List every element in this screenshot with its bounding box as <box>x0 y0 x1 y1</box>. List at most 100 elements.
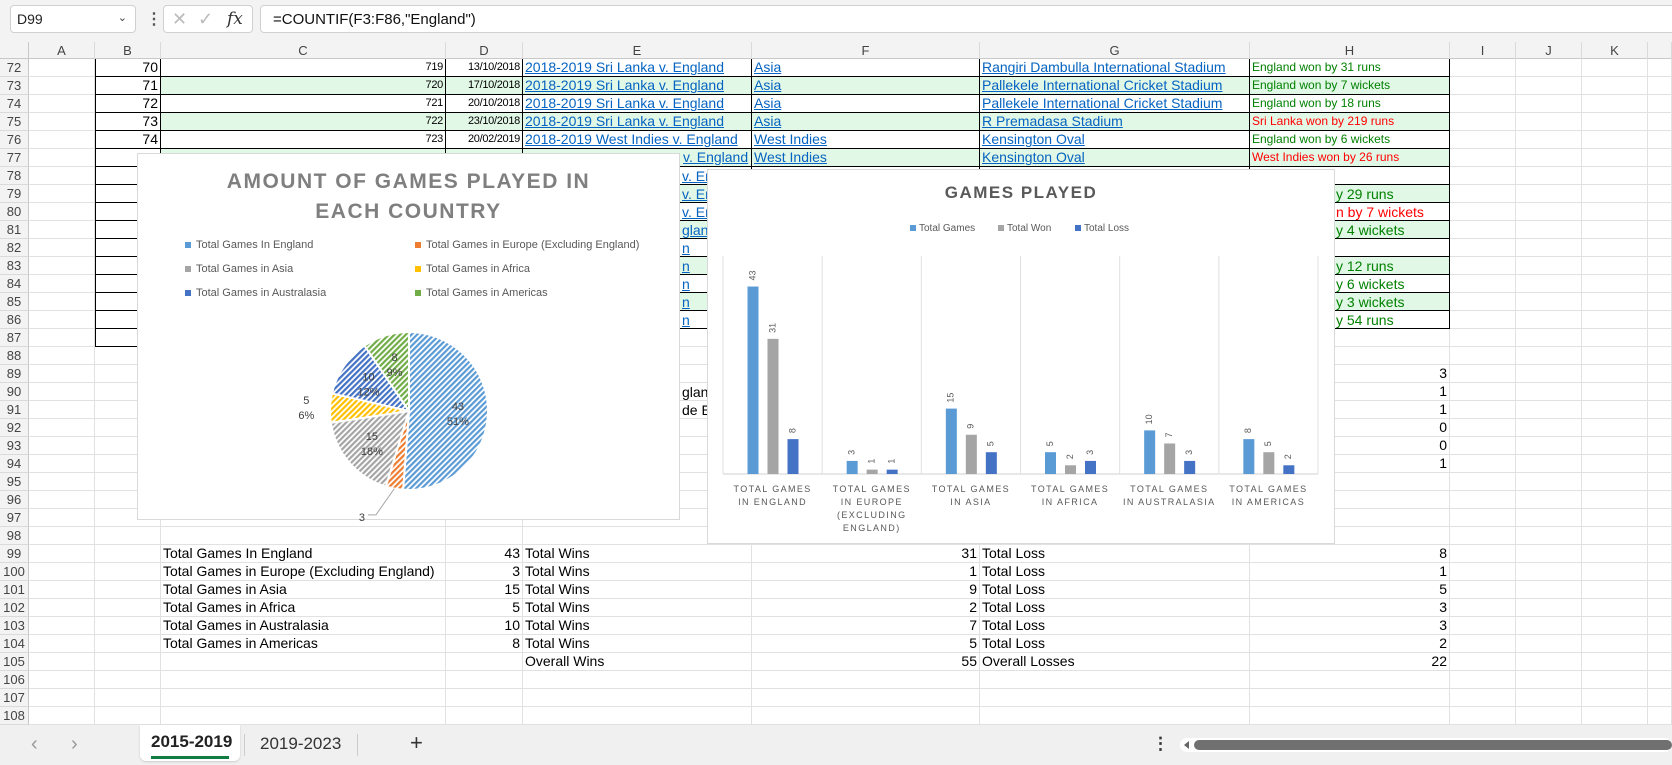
cell-J103[interactable] <box>1516 617 1582 635</box>
cancel-icon[interactable]: ✕ <box>172 9 187 30</box>
cell-A79[interactable] <box>29 185 95 203</box>
row-header[interactable]: 107 <box>0 689 29 707</box>
cell-K98[interactable] <box>1582 527 1648 545</box>
cell-A106[interactable] <box>29 671 95 689</box>
cell-B74[interactable]: 72 <box>95 95 161 113</box>
cell-L80[interactable] <box>1648 203 1672 221</box>
cell-I85[interactable] <box>1450 293 1516 311</box>
hyperlink[interactable]: West Indies <box>754 131 827 147</box>
bar-total-games[interactable] <box>1045 452 1056 474</box>
cell-L79[interactable] <box>1648 185 1672 203</box>
cell-J108[interactable] <box>1516 707 1582 725</box>
cell-J93[interactable] <box>1516 437 1582 455</box>
cell-G103[interactable]: Total Loss <box>980 617 1250 635</box>
row-header[interactable]: 81 <box>0 221 29 239</box>
cell-D105[interactable] <box>446 653 523 671</box>
name-box[interactable]: D99 ⌄ <box>10 5 136 33</box>
row-header[interactable]: 106 <box>0 671 29 689</box>
cell-J76[interactable] <box>1516 131 1582 149</box>
cell-K108[interactable] <box>1582 707 1648 725</box>
cell-E73[interactable]: 2018-2019 Sri Lanka v. England <box>523 77 752 95</box>
row-header[interactable]: 90 <box>0 383 29 401</box>
cell-H102[interactable]: 3 <box>1250 599 1450 617</box>
cell-J88[interactable] <box>1516 347 1582 365</box>
cell-J94[interactable] <box>1516 455 1582 473</box>
cell-L73[interactable] <box>1648 77 1672 95</box>
cell-C104[interactable]: Total Games in Americas <box>161 635 446 653</box>
pie-chart-games-per-country[interactable]: AMOUNT OF GAMES PLAYED IN EACH COUNTRY T… <box>137 153 680 521</box>
cell-G77[interactable]: Kensington Oval <box>980 149 1250 167</box>
cell-J95[interactable] <box>1516 473 1582 491</box>
bar-total-won[interactable] <box>1065 465 1076 474</box>
cell-B104[interactable] <box>95 635 161 653</box>
cell-F99[interactable]: 31 <box>752 545 980 563</box>
cell-E107[interactable] <box>523 689 752 707</box>
cell-E106[interactable] <box>523 671 752 689</box>
cell-C72[interactable]: 719 <box>161 59 446 77</box>
row-header[interactable]: 78 <box>0 167 29 185</box>
cell-A77[interactable] <box>29 149 95 167</box>
bar-total-won[interactable] <box>1164 443 1176 474</box>
cell-A72[interactable] <box>29 59 95 77</box>
bar-total-won[interactable] <box>866 469 878 474</box>
row-header[interactable]: 108 <box>0 707 29 725</box>
bar-total-won[interactable] <box>965 434 977 474</box>
cell-J99[interactable] <box>1516 545 1582 563</box>
cell-H76[interactable]: England won by 6 wickets <box>1250 131 1450 149</box>
cell-L87[interactable] <box>1648 329 1672 347</box>
cell-A99[interactable] <box>29 545 95 563</box>
cell-C102[interactable]: Total Games in Africa <box>161 599 446 617</box>
row-header[interactable]: 88 <box>0 347 29 365</box>
cell-E104[interactable]: Total Wins <box>523 635 752 653</box>
cell-F73[interactable]: Asia <box>752 77 980 95</box>
cell-J107[interactable] <box>1516 689 1582 707</box>
column-header-a[interactable]: A <box>29 42 95 59</box>
cell-G73[interactable]: Pallekele International Cricket Stadium <box>980 77 1250 95</box>
cell-F105[interactable]: 55 <box>752 653 980 671</box>
cell-J105[interactable] <box>1516 653 1582 671</box>
column-header-j[interactable]: J <box>1516 42 1582 59</box>
row-header[interactable]: 104 <box>0 635 29 653</box>
bar-total-loss[interactable] <box>1085 460 1096 474</box>
cell-K94[interactable] <box>1582 455 1648 473</box>
column-header-h[interactable]: H <box>1250 42 1450 59</box>
cell-F104[interactable]: 5 <box>752 635 980 653</box>
cell-B100[interactable] <box>95 563 161 581</box>
row-header[interactable]: 97 <box>0 509 29 527</box>
cell-B73[interactable]: 71 <box>95 77 161 95</box>
cell-J78[interactable] <box>1516 167 1582 185</box>
cell-E108[interactable] <box>523 707 752 725</box>
cell-I92[interactable] <box>1450 419 1516 437</box>
cell-L99[interactable] <box>1648 545 1672 563</box>
hyperlink[interactable]: 2018-2019 West Indies v. England <box>525 131 738 147</box>
cell-G107[interactable] <box>980 689 1250 707</box>
cell-H105[interactable]: 22 <box>1250 653 1450 671</box>
cell-L84[interactable] <box>1648 275 1672 293</box>
hyperlink[interactable]: 2018-2019 Sri Lanka v. England <box>525 59 724 75</box>
cell-A78[interactable] <box>29 167 95 185</box>
cell-L102[interactable] <box>1648 599 1672 617</box>
row-header[interactable]: 85 <box>0 293 29 311</box>
cell-K78[interactable] <box>1582 167 1648 185</box>
row-header[interactable]: 86 <box>0 311 29 329</box>
cell-A97[interactable] <box>29 509 95 527</box>
cell-A108[interactable] <box>29 707 95 725</box>
cell-I108[interactable] <box>1450 707 1516 725</box>
cell-L76[interactable] <box>1648 131 1672 149</box>
cell-C75[interactable]: 722 <box>161 113 446 131</box>
cell-K73[interactable] <box>1582 77 1648 95</box>
hyperlink[interactable]: Asia <box>754 77 781 93</box>
row-header[interactable]: 98 <box>0 527 29 545</box>
cell-D106[interactable] <box>446 671 523 689</box>
cell-C101[interactable]: Total Games in Asia <box>161 581 446 599</box>
cell-E100[interactable]: Total Wins <box>523 563 752 581</box>
cell-C105[interactable] <box>161 653 446 671</box>
cell-L95[interactable] <box>1648 473 1672 491</box>
cell-J85[interactable] <box>1516 293 1582 311</box>
cell-K90[interactable] <box>1582 383 1648 401</box>
cell-J82[interactable] <box>1516 239 1582 257</box>
cell-K76[interactable] <box>1582 131 1648 149</box>
cell-L90[interactable] <box>1648 383 1672 401</box>
cell-I80[interactable] <box>1450 203 1516 221</box>
bar-total-loss[interactable] <box>1184 460 1196 474</box>
